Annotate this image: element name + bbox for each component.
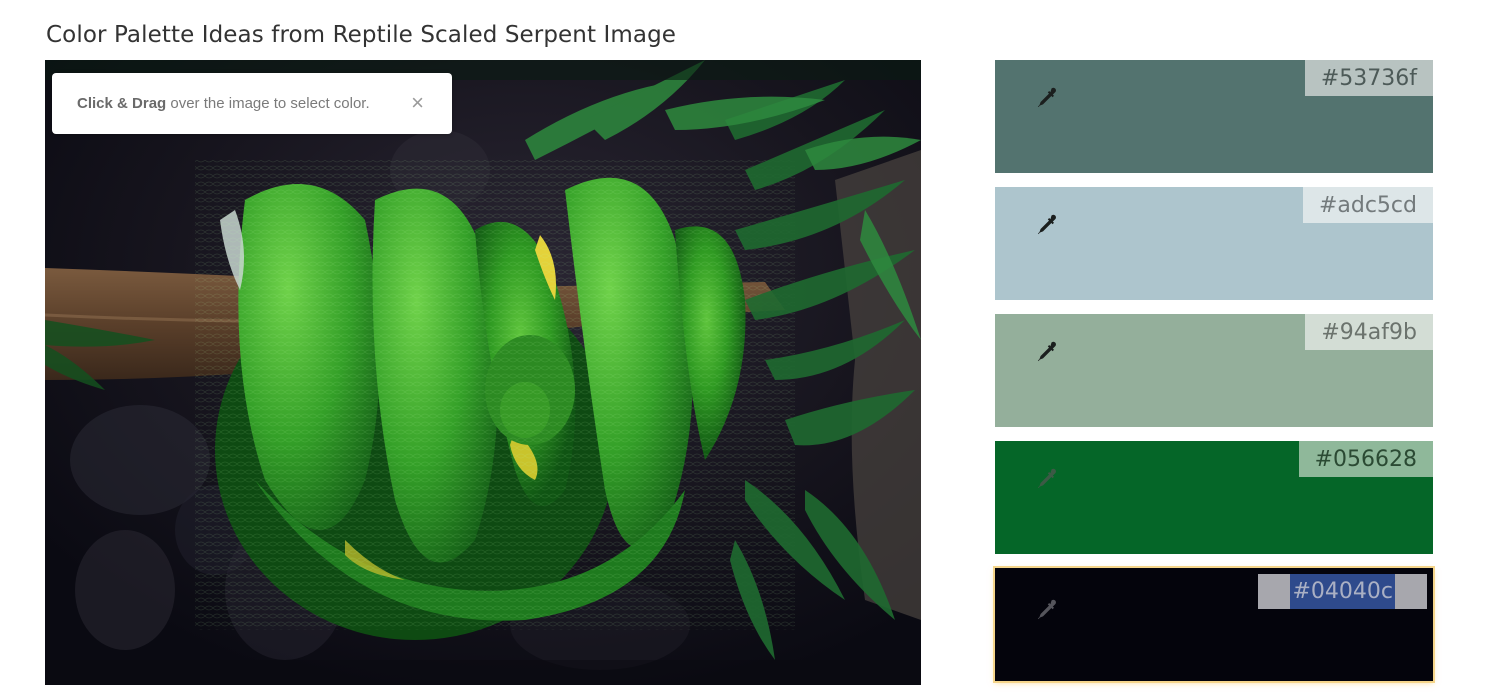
color-swatch[interactable]: #adc5cd — [995, 187, 1433, 300]
color-swatch[interactable]: #056628 — [995, 441, 1433, 554]
eyedropper-icon[interactable] — [1035, 467, 1059, 491]
eyedropper-icon[interactable] — [1035, 598, 1059, 622]
drag-hint-popup: Click & Drag over the image to select co… — [52, 73, 452, 134]
swatch-hex-label[interactable]: #53736f — [1304, 60, 1433, 96]
drag-hint-text: Click & Drag over the image to select co… — [77, 95, 370, 112]
swatch-hex-label[interactable]: #adc5cd — [1302, 187, 1433, 223]
serpent-photo[interactable] — [45, 60, 921, 685]
drag-hint-emphasis: Click & Drag — [77, 95, 167, 112]
eyedropper-icon[interactable] — [1035, 213, 1059, 237]
selection-padding — [1258, 574, 1291, 609]
color-swatch[interactable]: #53736f — [995, 60, 1433, 173]
swatch-hex-label[interactable]: #94af9b — [1305, 314, 1433, 350]
color-swatch-selected[interactable]: #04040c — [995, 568, 1433, 681]
page-title: Color Palette Ideas from Reptile Scaled … — [46, 22, 677, 48]
color-swatch[interactable]: #94af9b — [995, 314, 1433, 427]
swatch-hex-label[interactable]: #04040c — [1258, 574, 1427, 609]
close-icon[interactable]: × — [411, 92, 424, 114]
eyedropper-icon[interactable] — [1035, 340, 1059, 364]
page: Color Palette Ideas from Reptile Scaled … — [0, 0, 1488, 700]
drag-hint-body: over the image to select color. — [166, 95, 370, 112]
source-image[interactable] — [45, 60, 921, 685]
selection-padding — [1395, 574, 1427, 609]
swatch-hex-label[interactable]: #056628 — [1298, 441, 1433, 477]
hex-text-selection[interactable]: #04040c — [1258, 574, 1427, 609]
eyedropper-icon[interactable] — [1035, 86, 1059, 110]
selected-hex-text[interactable]: #04040c — [1290, 574, 1395, 609]
